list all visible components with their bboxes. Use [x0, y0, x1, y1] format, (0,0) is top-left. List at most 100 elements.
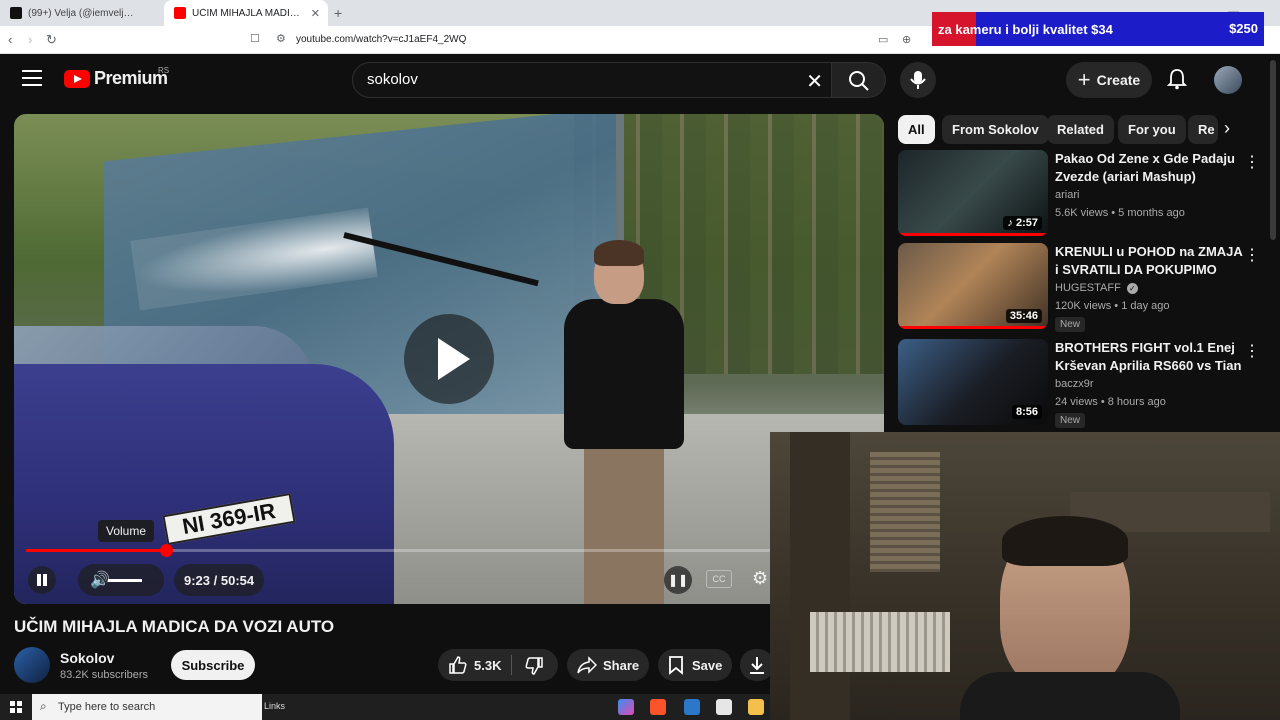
thumbs-up-icon[interactable]	[448, 655, 468, 675]
channel-avatar[interactable]	[14, 647, 50, 683]
search-icon	[849, 71, 869, 91]
play-overlay-button[interactable]	[404, 314, 494, 404]
download-button[interactable]	[740, 649, 774, 681]
settings-gear-icon[interactable]: ⚙	[752, 568, 768, 589]
create-button[interactable]: + Create	[1066, 62, 1152, 98]
youtube-icon	[174, 7, 186, 19]
speaker-icon[interactable]: 🔊	[90, 570, 110, 590]
voice-search-button[interactable]	[900, 62, 936, 98]
notifications-bell-icon[interactable]	[1166, 68, 1188, 90]
chip-from-sokolov[interactable]: From Sokolov	[942, 115, 1049, 144]
url-field[interactable]: youtube.com/watch?v=cJ1aEF4_2WQ	[296, 34, 466, 45]
windows-start-icon[interactable]	[10, 701, 22, 713]
scrollbar[interactable]	[1270, 60, 1276, 240]
recommendation-item[interactable]: 8:56 BROTHERS FIGHT vol.1 Enej Krševan A…	[898, 339, 1270, 431]
bookmark-icon[interactable]: ☐	[250, 32, 260, 45]
recommendation-meta: 5.6K views • 5 months ago	[1055, 207, 1185, 219]
cast-icon[interactable]: ▭	[878, 33, 888, 46]
recommendation-item[interactable]: 35:46 KRENULI u POHOD na ZMAJA i SVRATIL…	[898, 243, 1270, 335]
banner-text: za kameru i bolji kvalitet $34	[938, 21, 1113, 37]
save-label: Save	[692, 657, 723, 673]
autoplay-toggle[interactable]: ❚❚	[664, 566, 692, 594]
captions-button[interactable]: CC	[706, 570, 732, 588]
recommendation-meta: 24 views • 8 hours ago	[1055, 396, 1166, 408]
video-thumbnail[interactable]: 8:56	[898, 339, 1048, 425]
more-options-icon[interactable]: ⋮	[1244, 341, 1260, 361]
search-input[interactable]	[367, 71, 787, 88]
site-info-icon[interactable]: ⚙	[276, 32, 286, 45]
forward-icon[interactable]: ›	[28, 32, 32, 47]
capcut-icon[interactable]	[716, 699, 732, 715]
search-button[interactable]	[832, 62, 886, 98]
windows-taskbar: ⌕ Type here to search Links	[0, 694, 770, 720]
recommendation-channel[interactable]: baczx9r	[1055, 378, 1094, 390]
video-player[interactable]: NI 369-IR Volume 🔊 9:23 / 50:54 ❚❚ CC ⚙	[14, 114, 884, 604]
back-icon[interactable]: ‹	[8, 32, 12, 47]
more-options-icon[interactable]: ⋮	[1244, 245, 1260, 265]
duration-badge: 8:56	[1011, 405, 1042, 419]
close-tab-icon[interactable]: ✕	[311, 7, 320, 20]
more-options-icon[interactable]: ⋮	[1244, 152, 1260, 172]
bookmark-save-icon	[669, 656, 683, 675]
channel-name[interactable]: Sokolov	[60, 650, 114, 666]
progress-fill	[26, 549, 166, 552]
share-button[interactable]: Share	[567, 649, 649, 681]
save-button[interactable]: Save	[658, 649, 732, 681]
chip-recently-uploaded[interactable]: Re	[1188, 115, 1218, 144]
recommendation-channel[interactable]: ariari	[1055, 189, 1079, 201]
video-thumbnail[interactable]: ♪ 2:57	[898, 150, 1048, 236]
create-label: Create	[1096, 72, 1141, 88]
webcam-door	[790, 432, 850, 720]
watched-progress	[898, 233, 1048, 236]
chip-for-you[interactable]: For you	[1118, 115, 1186, 144]
tab-youtube[interactable]: UČIM MIHAJLA MADICA DA ✕	[164, 0, 328, 26]
taskbar-search[interactable]: ⌕ Type here to search	[32, 694, 262, 720]
volume-control[interactable]: 🔊	[78, 564, 164, 596]
volume-tooltip: Volume	[98, 520, 155, 542]
chip-all[interactable]: All	[898, 115, 935, 144]
plus-icon: +	[1077, 67, 1091, 92]
watched-progress	[898, 326, 1048, 329]
player-controls: 🔊 9:23 / 50:54 ❚❚ CC ⚙	[14, 562, 884, 598]
recommendation-meta: 120K views • 1 day ago	[1055, 300, 1170, 312]
account-avatar[interactable]	[1214, 66, 1242, 94]
new-badge: New	[1055, 317, 1086, 332]
pause-button[interactable]	[28, 566, 56, 594]
like-count[interactable]: 5.3K	[474, 658, 501, 673]
youtube-header: Premium RS ✕ + Create	[0, 54, 1280, 104]
tab-tiktok[interactable]: (99+) Velja (@iemvelja) | TikTok	[0, 0, 164, 26]
new-badge: New	[1055, 413, 1086, 428]
progress-bar[interactable]	[26, 544, 786, 557]
logo-text: Premium	[94, 68, 168, 88]
menu-icon[interactable]	[22, 70, 42, 86]
copilot-icon[interactable]	[618, 699, 634, 715]
duration-badge: 35:46	[1005, 309, 1042, 323]
recommendation-title[interactable]: Pakao Od Zene x Gde Padaju Zvezde (ariar…	[1055, 150, 1243, 186]
recommendation-item[interactable]: ♪ 2:57 Pakao Od Zene x Gde Padaju Zvezde…	[898, 150, 1270, 242]
recommendation-title[interactable]: BROTHERS FIGHT vol.1 Enej Krševan Aprili…	[1055, 339, 1243, 375]
chip-related[interactable]: Related	[1047, 115, 1114, 144]
youtube-premium-logo[interactable]: Premium RS	[64, 66, 169, 89]
thumbs-down-icon[interactable]	[524, 656, 544, 676]
brave-browser-icon[interactable]	[650, 699, 666, 715]
volume-slider[interactable]	[108, 579, 142, 582]
subscribe-button[interactable]: Subscribe	[171, 650, 255, 680]
reload-icon[interactable]: ↻	[46, 32, 57, 48]
zoom-icon[interactable]: ⊕	[902, 33, 911, 46]
file-explorer-icon[interactable]	[748, 699, 764, 715]
clear-search-icon[interactable]: ✕	[806, 69, 823, 94]
tab-title: UČIM MIHAJLA MADICA DA	[192, 7, 302, 19]
chevron-right-icon[interactable]: ›	[1224, 118, 1230, 139]
recommendation-title[interactable]: KRENULI u POHOD na ZMAJA i SVRATILI DA P…	[1055, 243, 1243, 279]
time-display: 9:23 / 50:54	[174, 564, 265, 596]
new-tab-button[interactable]: +	[334, 5, 342, 21]
webcam-window-blind	[870, 452, 940, 572]
progress-scrubber[interactable]	[159, 544, 173, 557]
app-icon[interactable]	[684, 699, 700, 715]
links-toolbar[interactable]: Links	[264, 701, 285, 711]
video-title: UČIM MIHAJLA MADICA DA VOZI AUTO	[14, 617, 335, 636]
subscriber-count: 83.2K subscribers	[60, 669, 149, 681]
duration-badge: ♪ 2:57	[1003, 216, 1042, 230]
recommendation-channel[interactable]: HUGESTAFF ✓	[1055, 282, 1138, 294]
video-thumbnail[interactable]: 35:46	[898, 243, 1048, 329]
